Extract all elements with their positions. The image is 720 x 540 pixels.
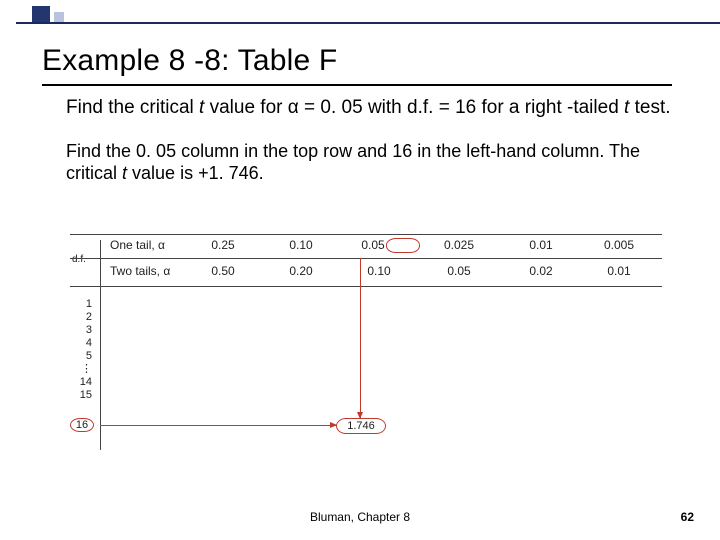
df-row: 15: [78, 389, 92, 402]
header-rule: [16, 22, 720, 24]
square-small-icon: [54, 12, 64, 22]
footer-center: Bluman, Chapter 8: [0, 510, 720, 524]
h-rule: [70, 286, 662, 287]
slide: Example 8 -8: Table F Find the critical …: [0, 0, 720, 540]
text: test.: [629, 97, 670, 118]
vertical-rule: [100, 240, 101, 450]
df-row: 5: [78, 350, 92, 363]
df-row-ellipsis: ⋮: [78, 363, 92, 376]
header-decoration: [0, 0, 720, 28]
col-val: 0.025: [436, 238, 482, 252]
text: value for: [204, 97, 287, 118]
df-column: d.f. 1 2 3 4 5 ⋮ 14 15 16: [70, 234, 102, 450]
text: = 0. 05 with d.f. = 16 for a right -tail…: [299, 97, 624, 118]
paragraph-2: Find the 0. 05 column in the top row and…: [66, 140, 676, 185]
df-row: 14: [78, 376, 92, 389]
t-value-highlight: 1.746: [336, 418, 386, 434]
text: Find the critical: [66, 97, 199, 118]
df-row: 3: [78, 324, 92, 337]
alpha-symbol: α: [288, 97, 299, 118]
body-text: Find the critical t value for α = 0. 05 …: [66, 96, 676, 185]
two-tail-row: Two tails, α 0.50 0.20 0.10 0.05 0.02 0.…: [110, 264, 662, 284]
paragraph-1: Find the critical t value for α = 0. 05 …: [66, 96, 676, 120]
col-val: 0.005: [596, 238, 642, 252]
df-rows: 1 2 3 4 5 ⋮ 14 15: [78, 298, 92, 402]
col-val: 0.50: [200, 264, 246, 278]
circle-0.05-icon: [386, 238, 420, 253]
col-val: 0.10: [278, 238, 324, 252]
h-rule: [70, 234, 662, 235]
arrow-down-icon: [360, 258, 361, 418]
title-underline: [42, 84, 672, 86]
h-rule: [70, 258, 662, 259]
df-16-highlight: 16: [70, 418, 94, 432]
col-val: 0.10: [356, 264, 402, 278]
col-val: 0.25: [200, 238, 246, 252]
col-val: 0.01: [596, 264, 642, 278]
arrow-right-icon: [100, 425, 336, 426]
col-val: 0.05: [436, 264, 482, 278]
df-label: d.f.: [72, 254, 86, 265]
df-row: 4: [78, 337, 92, 350]
col-val: 0.01: [518, 238, 564, 252]
df-row: 2: [78, 311, 92, 324]
one-tail-label: One tail, α: [110, 238, 165, 252]
page-number: 62: [681, 510, 694, 524]
df-row: 1: [78, 298, 92, 311]
text: value is +1. 746.: [127, 163, 264, 183]
slide-title: Example 8 -8: Table F: [42, 44, 337, 78]
two-tail-label: Two tails, α: [110, 264, 170, 278]
table-f-figure: d.f. 1 2 3 4 5 ⋮ 14 15 16 One tail, α 0.…: [70, 234, 662, 450]
col-val: 0.20: [278, 264, 324, 278]
col-val: 0.02: [518, 264, 564, 278]
